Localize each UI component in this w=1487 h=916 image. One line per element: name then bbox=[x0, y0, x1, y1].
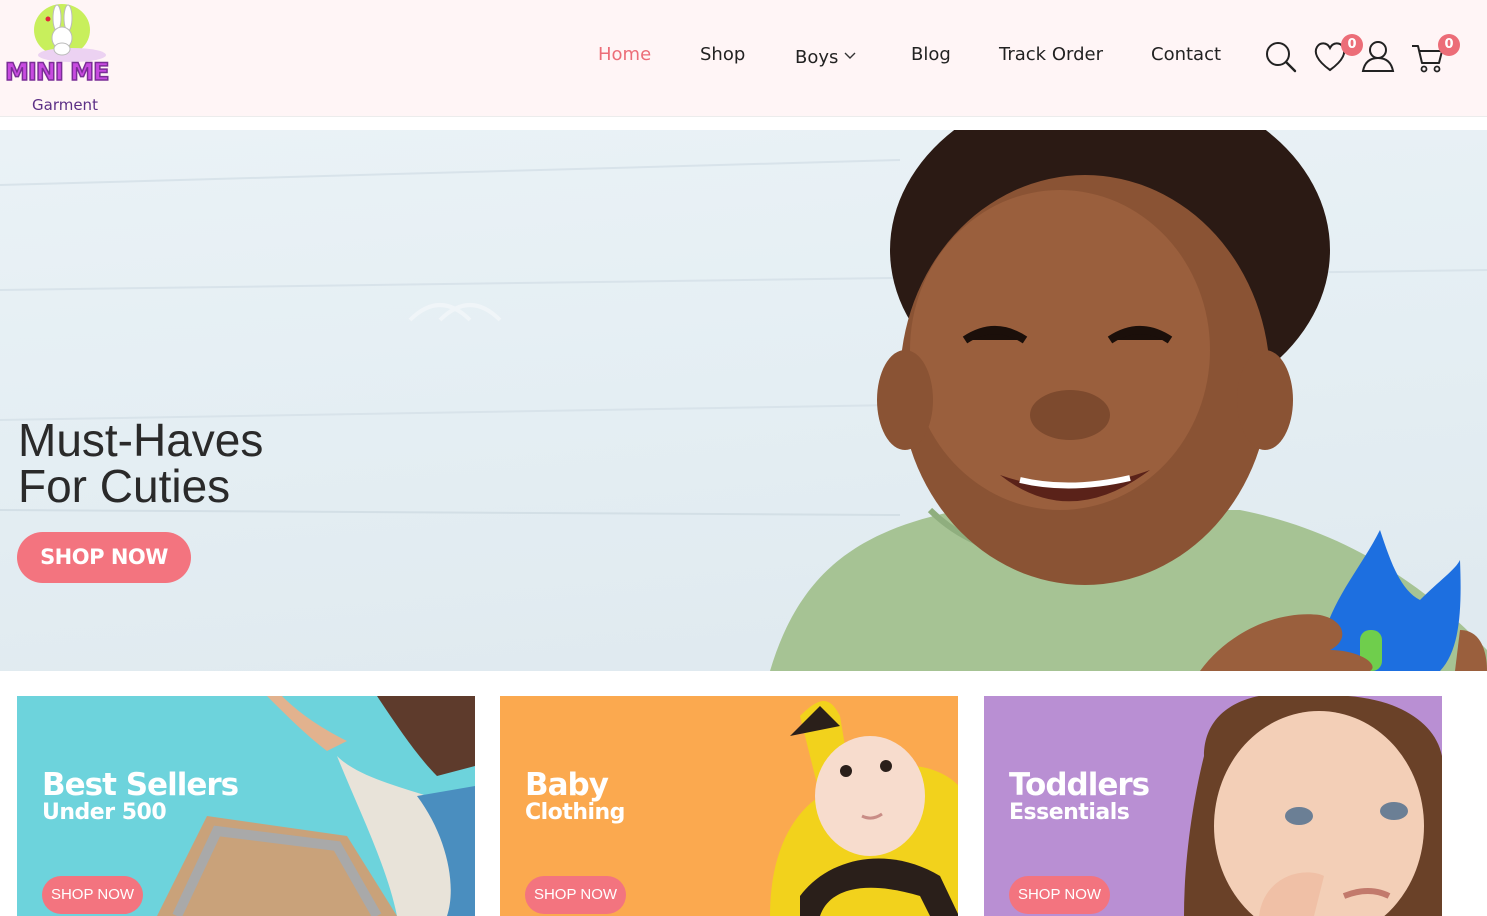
nav-track-order[interactable]: Track Order bbox=[999, 44, 1103, 68]
best-sellers-shop-now-button[interactable]: SHOP NOW bbox=[42, 876, 143, 914]
nav-shop[interactable]: Shop bbox=[700, 44, 745, 68]
card-subtitle-clothing: Clothing bbox=[525, 800, 625, 825]
card-title-best-sellers: Best Sellers bbox=[42, 767, 239, 803]
cart-count-badge: 0 bbox=[1438, 34, 1460, 56]
nav-boys-label: Boys bbox=[795, 47, 839, 68]
nav-blog[interactable]: Blog bbox=[911, 44, 951, 68]
hero-shop-now-button[interactable]: SHOP NOW bbox=[17, 532, 191, 583]
hero-child-image bbox=[0, 130, 1487, 671]
nav-boys[interactable]: Boys bbox=[795, 44, 856, 68]
site-header: MINI ME Garment Home Shop Boys Blog Trac… bbox=[0, 0, 1487, 117]
baby-clothing-shop-now-button[interactable]: SHOP NOW bbox=[525, 876, 626, 914]
chevron-down-icon bbox=[844, 44, 856, 65]
search-icon[interactable] bbox=[1263, 38, 1299, 74]
hero-banner: Must-Haves For Cuties SHOP NOW bbox=[0, 130, 1487, 671]
logo-text: MINI ME bbox=[4, 57, 110, 87]
card-title-toddlers: Toddlers bbox=[1009, 767, 1150, 803]
user-icon[interactable] bbox=[1360, 38, 1396, 74]
hero-title: Must-Haves For Cuties bbox=[18, 414, 264, 512]
category-card-baby-clothing[interactable]: Baby Clothing SHOP NOW bbox=[500, 696, 958, 916]
logo[interactable]: MINI ME Garment bbox=[2, 0, 124, 116]
nav-home[interactable]: Home bbox=[598, 44, 651, 68]
card-title-baby: Baby bbox=[525, 767, 609, 803]
logo-subtext: Garment bbox=[32, 96, 98, 114]
category-card-toddlers-essentials[interactable]: Toddlers Essentials SHOP NOW bbox=[984, 696, 1442, 916]
category-card-best-sellers[interactable]: Best Sellers Under 500 SHOP NOW bbox=[17, 696, 475, 916]
card-subtitle-best-sellers: Under 500 bbox=[42, 800, 167, 825]
card-subtitle-essentials: Essentials bbox=[1009, 800, 1130, 825]
nav-contact[interactable]: Contact bbox=[1151, 44, 1221, 68]
toddlers-shop-now-button[interactable]: SHOP NOW bbox=[1009, 876, 1110, 914]
